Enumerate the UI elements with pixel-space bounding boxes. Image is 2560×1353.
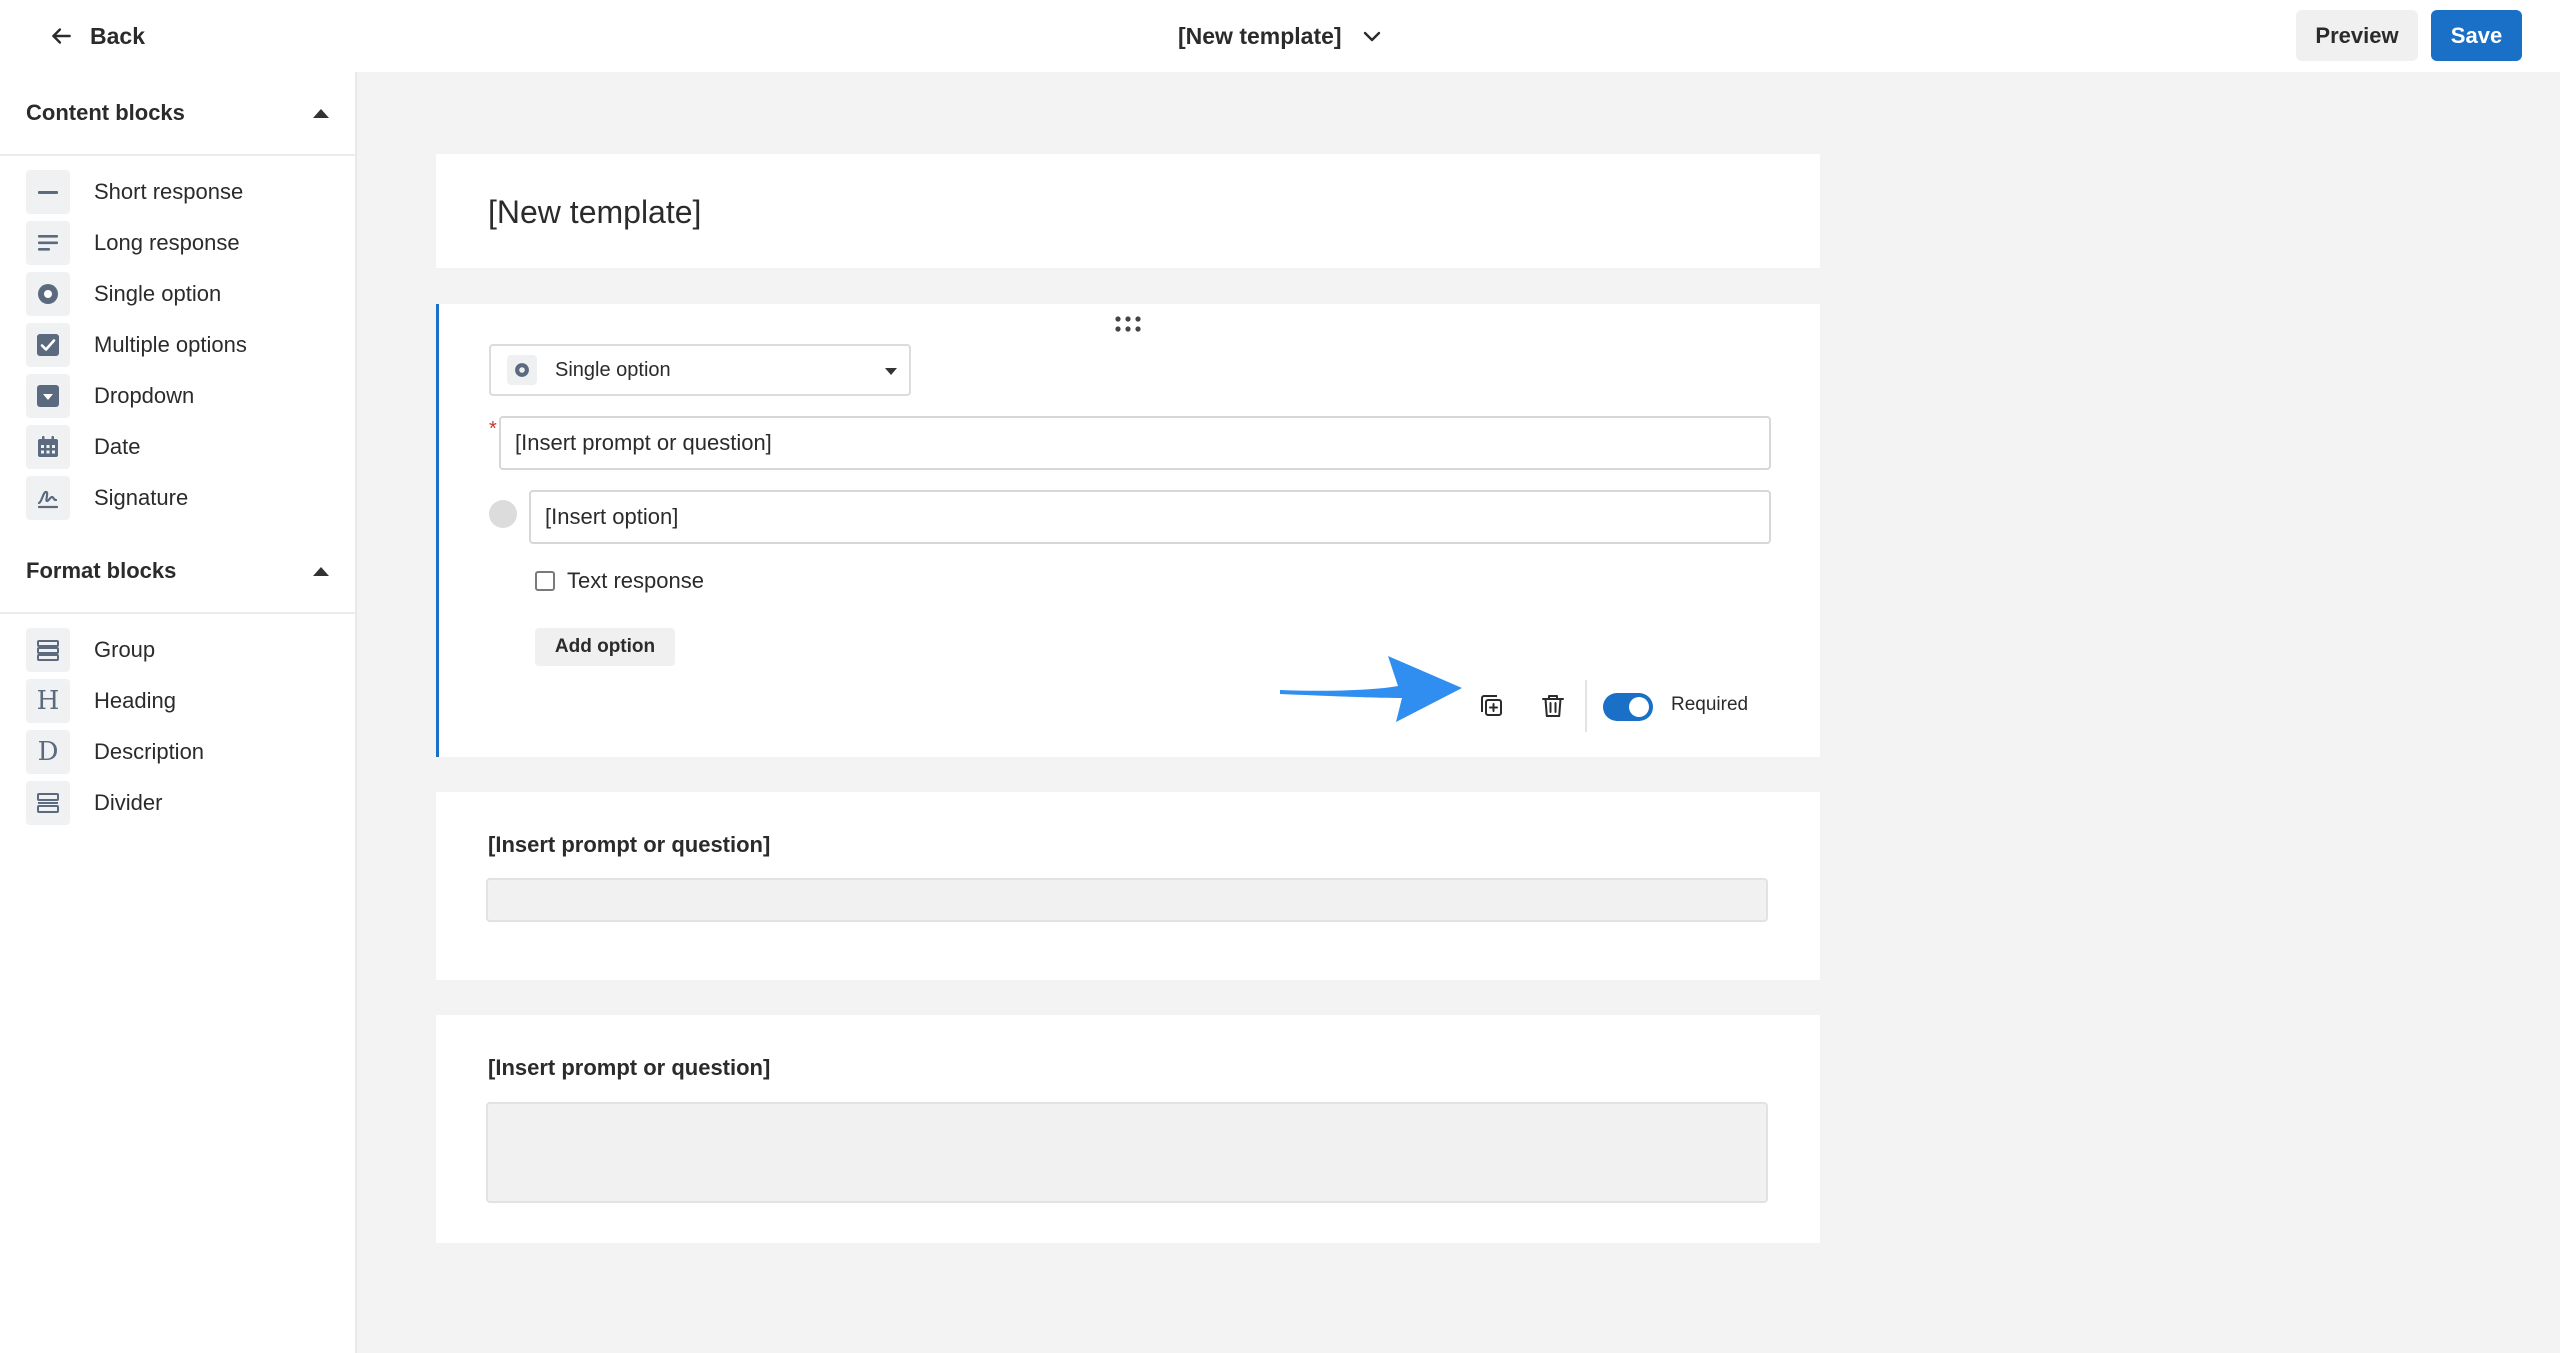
sidebar-item-description[interactable]: D Description xyxy=(26,730,204,774)
format-blocks-heading: Format blocks xyxy=(26,558,177,583)
caret-up-icon xyxy=(313,108,329,118)
sidebar-item-label: Multiple options xyxy=(94,332,247,357)
preview-button[interactable]: Preview xyxy=(2296,10,2418,61)
radio-icon xyxy=(507,355,537,385)
sidebar-item-dropdown[interactable]: Dropdown xyxy=(26,374,194,418)
text-response-label: Text response xyxy=(567,568,704,593)
sidebar-item-divider[interactable]: Divider xyxy=(26,781,162,825)
content-blocks-heading: Content blocks xyxy=(26,100,185,125)
sidebar-item-label: Dropdown xyxy=(94,383,195,408)
template-title: [New template] xyxy=(1178,22,1342,49)
trash-icon xyxy=(1542,695,1564,717)
checkbox-icon xyxy=(26,323,70,367)
sidebar-item-label: Date xyxy=(94,434,141,459)
short-response-icon xyxy=(26,170,70,214)
sidebar-item-date[interactable]: Date xyxy=(26,425,140,469)
sidebar-item-group[interactable]: Group xyxy=(26,628,155,672)
divider-icon xyxy=(26,781,70,825)
sidebar-item-label: Signature xyxy=(94,485,189,510)
chevron-down-icon xyxy=(1363,31,1380,42)
sidebar-item-multiple-options[interactable]: Multiple options xyxy=(26,323,247,367)
question-label: [Insert prompt or question] xyxy=(488,832,771,857)
sidebar-item-label: Divider xyxy=(94,790,163,815)
heading-icon: H xyxy=(26,679,70,723)
sidebar-item-label: Long response xyxy=(94,230,240,255)
long-response-block[interactable]: [Insert prompt or question] xyxy=(436,1015,1820,1243)
group-icon xyxy=(26,628,70,672)
required-toggle[interactable] xyxy=(1603,693,1653,721)
radio-icon xyxy=(26,272,70,316)
template-title-card[interactable]: [New template] xyxy=(436,154,1820,268)
sidebar-item-label: Single option xyxy=(94,281,222,306)
sidebar-item-label: Description xyxy=(94,739,205,764)
sidebar-item-short-response[interactable]: Short response xyxy=(26,170,243,214)
block-type-select[interactable]: Single option xyxy=(489,344,911,396)
option-input[interactable]: [Insert option] xyxy=(529,490,1771,544)
back-button[interactable]: Back xyxy=(48,16,145,56)
answer-area-preview xyxy=(486,1102,1768,1203)
short-response-block[interactable]: [Insert prompt or question] xyxy=(436,792,1820,980)
required-asterisk: * xyxy=(489,418,497,440)
back-label: Back xyxy=(90,22,145,49)
calendar-icon xyxy=(26,425,70,469)
template-title-menu[interactable]: [New template] xyxy=(1178,16,1384,56)
sidebar-item-heading[interactable]: H Heading xyxy=(26,679,176,723)
sidebar-item-label: Short response xyxy=(94,179,244,204)
description-icon: D xyxy=(26,730,70,774)
long-response-icon xyxy=(26,221,70,265)
answer-field-preview xyxy=(486,878,1768,922)
sidebar-item-label: Group xyxy=(94,637,156,662)
sidebar-item-single-option[interactable]: Single option xyxy=(26,272,221,316)
single-option-block[interactable]: Single option * [Insert prompt or questi… xyxy=(436,304,1820,757)
signature-icon xyxy=(26,476,70,520)
duplicate-button[interactable] xyxy=(1471,686,1511,726)
required-label: Required xyxy=(1671,694,1749,715)
toolbar-divider xyxy=(1585,680,1587,732)
top-bar: Back [New template] Preview Save xyxy=(0,0,2560,72)
option-radio xyxy=(489,500,517,528)
toggle-knob xyxy=(1629,697,1649,717)
drag-handle-icon[interactable] xyxy=(1114,314,1142,334)
sidebar-item-signature[interactable]: Signature xyxy=(26,476,188,520)
duplicate-icon xyxy=(1481,695,1502,716)
sidebar: Content blocks Short response Long respo… xyxy=(0,72,357,1353)
dropdown-icon xyxy=(26,374,70,418)
format-blocks-header[interactable]: Format blocks xyxy=(0,530,355,614)
sidebar-item-long-response[interactable]: Long response xyxy=(26,221,240,265)
arrow-left-icon xyxy=(52,28,71,44)
text-response-checkbox[interactable]: Text response xyxy=(535,568,704,594)
prompt-input[interactable]: [Insert prompt or question] xyxy=(499,416,1771,470)
template-name[interactable]: [New template] xyxy=(488,194,701,231)
checkbox[interactable] xyxy=(535,571,555,591)
add-option-button[interactable]: Add option xyxy=(535,628,675,666)
save-button[interactable]: Save xyxy=(2431,10,2522,61)
content-blocks-header[interactable]: Content blocks xyxy=(0,72,355,156)
question-label: [Insert prompt or question] xyxy=(488,1055,771,1080)
caret-up-icon xyxy=(313,566,329,576)
block-type-label: Single option xyxy=(555,358,671,381)
caret-down-icon xyxy=(885,368,897,375)
sidebar-item-label: Heading xyxy=(94,688,176,713)
delete-button[interactable] xyxy=(1533,686,1573,726)
